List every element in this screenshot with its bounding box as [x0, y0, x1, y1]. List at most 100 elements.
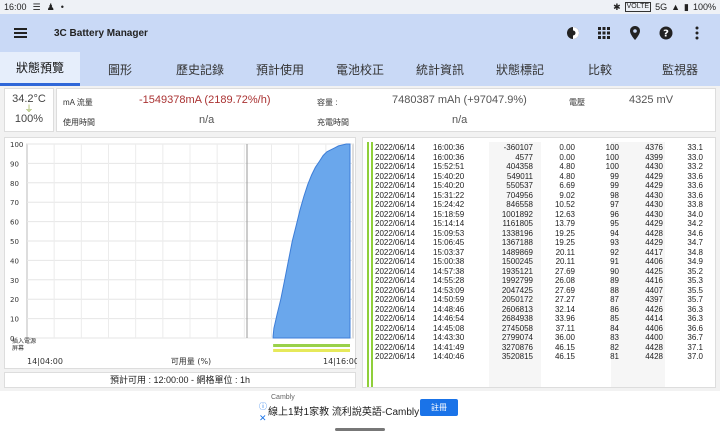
voltage-label: 電壓: [569, 98, 585, 107]
table-row[interactable]: 2022/06/14 14:53:09 2047425 27.69 88 4407 35.5: [375, 286, 715, 296]
table-cell: 4430: [645, 190, 663, 200]
table-row[interactable]: 2022/06/14 14:45:08 2745058 37.11 84 4406 36.6: [375, 324, 715, 334]
table-row[interactable]: 2022/06/14 15:00:38 1500245 20.11 91 4406 34.9: [375, 257, 715, 267]
battery-icon: ▮: [684, 1, 689, 12]
table-row[interactable]: 2022/06/14 15:40:20 549011 4.80 99 4429 33.6: [375, 172, 715, 182]
signal-icon: ▲: [671, 2, 681, 12]
tab-statistics[interactable]: 統計資訊: [400, 52, 480, 86]
ad-info-icon[interactable]: ⓘ: [259, 401, 267, 412]
battery-percent: 100%: [692, 2, 716, 12]
tab-status-overview[interactable]: 狀態預覽: [0, 52, 80, 86]
tab-bar: 狀態預覽 圖形 歷史記錄 預計使用 電池校正 統計資訊 狀態標記 比較 監視器: [0, 52, 720, 86]
help-icon[interactable]: ?: [650, 14, 681, 52]
tab-compare[interactable]: 比較: [560, 52, 640, 86]
table-row[interactable]: 2022/06/14 15:03:37 1489869 20.11 92 4417 34.8: [375, 248, 715, 258]
table-cell: 33.1: [687, 143, 703, 152]
more-options-icon[interactable]: [681, 14, 712, 52]
tab-history[interactable]: 歷史記錄: [160, 52, 240, 86]
table-cell: 15:52:51: [433, 162, 465, 171]
tab-monitor[interactable]: 監視器: [640, 52, 720, 86]
table-row[interactable]: 2022/06/14 14:41:49 3270876 46.15 82 4428 37.1: [375, 343, 715, 353]
grid-icon[interactable]: [588, 14, 619, 52]
table-cell: 15:24:42: [433, 200, 465, 209]
table-cell: 2799074: [501, 333, 533, 342]
menu-icon[interactable]: [0, 14, 40, 52]
table-row[interactable]: 2022/06/14 15:18:59 1001892 12.63 96 4430 34.0: [375, 210, 715, 220]
table-row[interactable]: 2022/06/14 14:40:46 3520815 46.15 81 4428 37.0: [375, 352, 715, 362]
table-row[interactable]: 2022/06/14 15:09:53 1338196 19.25 94 4428 34.6: [375, 229, 715, 239]
current-value: -1549378mA (2189.72%/h): [139, 94, 271, 106]
table-cell: 4430: [645, 200, 663, 209]
table-row[interactable]: 2022/06/14 15:31:22 704956 9.02 98 4430 33.6: [375, 191, 715, 201]
table-row[interactable]: 2022/06/14 16:00:36 -360107 0.00 100 4376 33.1: [375, 143, 715, 153]
table-row[interactable]: 2022/06/14 15:40:20 550537 6.69 99 4429 33.6: [375, 181, 715, 191]
table-cell: 3520815: [501, 352, 533, 361]
svg-text:?: ?: [663, 29, 669, 40]
table-cell: 2050172: [501, 295, 533, 304]
y-tick-label: 40: [10, 257, 19, 265]
table-row[interactable]: 2022/06/14 16:00:36 4577 0.00 100 4399 33.0: [375, 153, 715, 163]
battery-chart-panel[interactable]: 100 90 80 70 60 50 40 30 20 10 0 插入電源 屏幕 14|04:00 14|1…: [4, 137, 359, 369]
table-cell: 36.3: [687, 304, 703, 314]
ad-signup-button[interactable]: 註冊: [420, 399, 458, 416]
table-cell: 33.6: [687, 190, 703, 200]
table-cell: 4428: [645, 228, 663, 238]
table-cell: 4399: [645, 152, 663, 162]
table-cell: 94: [610, 228, 619, 238]
table-cell: 36.3: [687, 314, 703, 323]
tab-status-markers[interactable]: 狀態標記: [480, 52, 560, 86]
table-row[interactable]: 2022/06/14 14:43:30 2799074 36.00 83 4400 36.7: [375, 333, 715, 343]
table-cell: 550537: [506, 181, 533, 190]
table-cell: 4430: [645, 209, 663, 219]
tab-battery-calibration[interactable]: 電池校正: [320, 52, 400, 86]
history-table[interactable]: 2022/06/14 16:00:36 -360107 0.00 100 4376 33.1…: [362, 137, 716, 388]
table-cell: 99: [610, 171, 619, 181]
table-cell: 91: [610, 257, 619, 266]
tab-estimated-usage[interactable]: 預計使用: [240, 52, 320, 86]
table-cell: 4429: [645, 181, 663, 190]
y-tick-label: 30: [10, 277, 19, 285]
table-row[interactable]: 2022/06/14 14:55:28 1992799 26.08 89 4416 35.3: [375, 276, 715, 286]
table-cell: 2022/06/14: [375, 181, 416, 190]
location-icon[interactable]: [619, 14, 650, 52]
table-cell: 19.25: [554, 238, 575, 247]
table-row[interactable]: 2022/06/14 15:14:14 1161805 13.79 95 4429 34.2: [375, 219, 715, 229]
table-cell: 1489869: [501, 247, 533, 257]
table-cell: 86: [610, 304, 619, 314]
table-row[interactable]: 2022/06/14 14:48:46 2606813 32.14 86 4426 36.3: [375, 305, 715, 315]
table-cell: 20.11: [555, 247, 575, 257]
table-row[interactable]: 2022/06/14 15:52:51 404358 4.80 100 4430 33.2: [375, 162, 715, 172]
table-cell: 32.14: [554, 304, 575, 314]
table-row[interactable]: 2022/06/14 15:24:42 846558 10.52 97 4430 33.8: [375, 200, 715, 210]
y-tick-label: 60: [10, 219, 19, 227]
table-cell: 14:41:49: [433, 342, 465, 352]
tab-graph[interactable]: 圖形: [80, 52, 160, 86]
table-row[interactable]: 2022/06/14 14:57:38 1935121 27.69 90 4425 35.2: [375, 267, 715, 277]
table-cell: 27.69: [554, 285, 575, 295]
ad-close-icon[interactable]: ✕: [259, 413, 267, 424]
y-tick-label: 70: [10, 199, 19, 207]
table-row[interactable]: 2022/06/14 14:46:54 2684938 33.96 85 4414 36.3: [375, 314, 715, 324]
table-row[interactable]: 2022/06/14 14:50:59 2050172 27.27 87 4397 35.7: [375, 295, 715, 305]
table-cell: 15:00:38: [433, 257, 465, 266]
temperature-box[interactable]: 34.2°C ⏚ 100%: [4, 88, 54, 132]
table-row[interactable]: 2022/06/14 15:06:45 1367188 19.25 93 4429 34.7: [375, 238, 715, 248]
table-cell: 93: [610, 238, 619, 247]
x-tick-label: 14|16:00: [323, 357, 357, 366]
app-title: 3C Battery Manager: [54, 27, 148, 39]
screen-indicator-bar: [371, 142, 373, 387]
table-cell: 33.0: [687, 152, 703, 162]
table-cell: 2745058: [501, 323, 533, 333]
table-cell: 33.8: [687, 200, 703, 209]
table-cell: 4429: [645, 238, 663, 247]
y-tick-label: 100: [10, 141, 23, 149]
table-cell: 15:40:20: [433, 171, 465, 181]
battery-level-chart: 1009080706050403020100插入電源屏幕14|04:00 14|1…: [10, 141, 359, 366]
table-cell: 4406: [645, 323, 663, 333]
home-indicator[interactable]: [335, 428, 385, 431]
ad-banner[interactable]: ⓘ ✕ Cambly 線上1對1家教 流利說英語-Cambly 註冊: [0, 391, 720, 432]
table-cell: 14:57:38: [433, 266, 465, 276]
table-cell: 4428: [645, 352, 663, 361]
table-cell: 35.2: [687, 266, 703, 276]
theme-toggle-icon[interactable]: [557, 14, 588, 52]
